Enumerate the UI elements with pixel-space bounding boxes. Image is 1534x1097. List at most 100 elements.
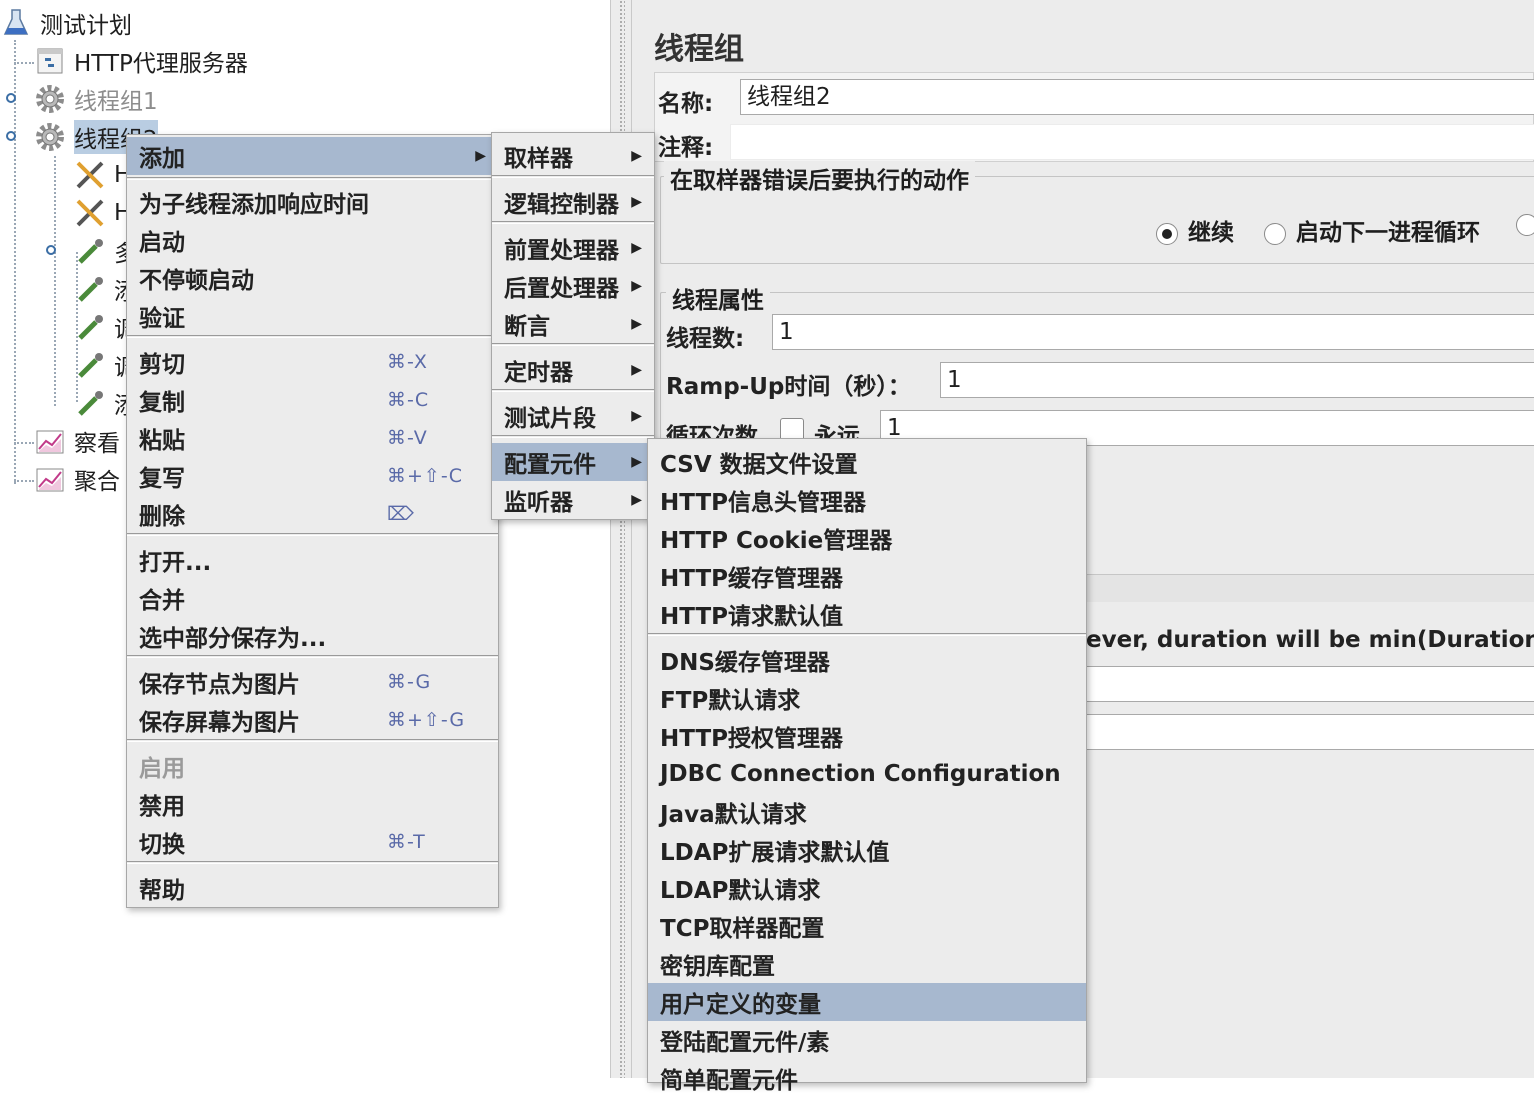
menu-item-validate[interactable]: 验证 [127, 297, 498, 335]
collapse-toggle-icon[interactable] [46, 245, 56, 255]
page-title: 线程组 [654, 32, 744, 67]
menu-item-duplicate[interactable]: 复写 ⌘+⇧-C [127, 457, 498, 495]
startup-delay-field[interactable] [1080, 714, 1534, 750]
submenu-arrow-icon: ▶ [631, 278, 642, 294]
scheduler-note: ever, duration will be min(Duration, l [1086, 627, 1534, 653]
submenu-arrow-icon: ▶ [631, 454, 642, 470]
menu-item-enable: 启用 [139, 756, 185, 782]
tree-item-label: 察看 [74, 431, 120, 457]
tree-connector [14, 40, 16, 484]
thread-properties-title: 线程属性 [666, 281, 770, 315]
threads-field[interactable]: 1 [772, 314, 1534, 350]
submenu-arrow-icon: ▶ [475, 148, 486, 164]
menu-item-jdbc-connection[interactable]: JDBC Connection Configuration [648, 755, 1086, 793]
menu-item-config-element[interactable]: 配置元件 ▶ [492, 443, 654, 481]
tools-icon [74, 159, 106, 191]
menu-item-delete[interactable]: 删除 ⌦ [127, 495, 498, 533]
menu-item-http-header-manager[interactable]: HTTP信息头管理器 [648, 481, 1086, 519]
radio-label: 启动下一进程循环 [1296, 220, 1480, 246]
menu-item-save-selection-as[interactable]: 选中部分保存为... [127, 617, 498, 655]
tree-item-label: 线程组1 [74, 89, 158, 115]
radio-continue[interactable]: 继续 [1156, 213, 1234, 247]
menu-item-listener[interactable]: 监听器 ▶ [492, 481, 654, 519]
menu-item-save-node-image[interactable]: 保存节点为图片 ⌘-G [127, 663, 498, 701]
menu-item-http-cache-manager[interactable]: HTTP缓存管理器 [648, 557, 1086, 595]
menu-item-test-fragment[interactable]: 测试片段 ▶ [492, 397, 654, 435]
menu-item-toggle[interactable]: 切换 ⌘-T [127, 823, 498, 861]
pipette-icon [74, 273, 106, 305]
menu-item-http-request-defaults[interactable]: HTTP请求默认值 [648, 595, 1086, 633]
tree-item-listener[interactable]: 聚合 [34, 461, 120, 497]
tree-connector [14, 480, 34, 482]
submenu-arrow-icon: ▶ [631, 362, 642, 378]
flask-icon [0, 7, 32, 39]
menu-item-ldap-defaults[interactable]: LDAP默认请求 [648, 869, 1086, 907]
tools-icon [74, 197, 106, 229]
menu-item-login-config[interactable]: 登陆配置元件/素 [648, 1021, 1086, 1059]
tree-item-http-sampler[interactable]: H [74, 157, 131, 193]
menu-item-pre-processor[interactable]: 前置处理器 ▶ [492, 229, 654, 267]
menu-item-disable[interactable]: 禁用 [127, 785, 498, 823]
menu-item-help[interactable]: 帮助 [127, 869, 498, 907]
menu-item-java-defaults[interactable]: Java默认请求 [648, 793, 1086, 831]
menu-item-open[interactable]: 打开... [127, 541, 498, 579]
menu-item-http-cookie-manager[interactable]: HTTP Cookie管理器 [648, 519, 1086, 557]
name-label: 名称: [658, 91, 714, 117]
threads-label: 线程数: [666, 326, 745, 352]
tree-item-test-plan[interactable]: 测试计划 [0, 5, 132, 41]
tree-item-http-proxy[interactable]: HTTP代理服务器 [34, 43, 248, 79]
menu-item-save-screen-image[interactable]: 保存屏幕为图片 ⌘+⇧-G [127, 701, 498, 739]
submenu-arrow-icon: ▶ [631, 148, 642, 164]
menu-item-assertion[interactable]: 断言 ▶ [492, 305, 654, 343]
menu-item-csv-data-set[interactable]: CSV 数据文件设置 [648, 443, 1086, 481]
submenu-arrow-icon: ▶ [631, 492, 642, 508]
menu-item-add[interactable]: 添加 ▶ [127, 137, 498, 175]
menu-item-simple-config[interactable]: 简单配置元件 [648, 1059, 1086, 1097]
menu-item-post-processor[interactable]: 后置处理器 ▶ [492, 267, 654, 305]
radio-unselected-icon[interactable] [1516, 214, 1534, 236]
graph-icon [34, 425, 66, 457]
tree-item-label: 测试计划 [40, 13, 132, 39]
duration-field[interactable] [1080, 666, 1534, 702]
config-element-submenu: CSV 数据文件设置 HTTP信息头管理器 HTTP Cookie管理器 HTT… [647, 438, 1087, 1094]
tree-item-listener[interactable]: 察看 [34, 423, 120, 459]
menu-item-logic-controller[interactable]: 逻辑控制器 ▶ [492, 183, 654, 221]
sampler-error-group-title: 在取样器错误后要执行的动作 [664, 161, 975, 195]
menu-item-timer[interactable]: 定时器 ▶ [492, 351, 654, 389]
menu-item-user-defined-variables[interactable]: 用户定义的变量 [648, 983, 1086, 1021]
menu-item-start[interactable]: 启动 [127, 221, 498, 259]
submenu-arrow-icon: ▶ [631, 240, 642, 256]
pipette-icon [74, 387, 106, 419]
radio-selected-icon [1156, 222, 1178, 245]
pipette-icon [74, 311, 106, 343]
menu-item-copy[interactable]: 复制 ⌘-C [127, 381, 498, 419]
menu-item-keystore-config[interactable]: 密钥库配置 [648, 945, 1086, 983]
menu-item-merge[interactable]: 合并 [127, 579, 498, 617]
tree-item-thread-group-1[interactable]: 线程组1 [34, 81, 158, 117]
comment-field[interactable] [730, 124, 1534, 160]
rampup-label: Ramp-Up时间（秒）： [666, 374, 911, 400]
tree-item-label: HTTP代理服务器 [74, 51, 248, 77]
menu-item-cut[interactable]: 剪切 ⌘-X [127, 343, 498, 381]
menu-item-dns-cache-manager[interactable]: DNS缓存管理器 [648, 641, 1086, 679]
name-field[interactable]: 线程组2 [740, 79, 1534, 115]
menu-item-ldap-ext-defaults[interactable]: LDAP扩展请求默认值 [648, 831, 1086, 869]
menu-item-sampler[interactable]: 取样器 ▶ [492, 137, 654, 175]
menu-item-paste[interactable]: 粘贴 ⌘-V [127, 419, 498, 457]
radio-start-next-loop[interactable]: 启动下一进程循环 [1264, 213, 1480, 247]
tree-item-http-sampler[interactable]: H [74, 195, 131, 231]
menu-item-http-auth-manager[interactable]: HTTP授权管理器 [648, 717, 1086, 755]
menu-item-add-response-time[interactable]: 为子线程添加响应时间 [127, 183, 498, 221]
tree-connector [14, 442, 34, 444]
collapse-toggle-icon[interactable] [6, 131, 16, 141]
proxy-server-icon [34, 45, 66, 77]
submenu-arrow-icon: ▶ [631, 316, 642, 332]
pipette-icon [74, 349, 106, 381]
menu-item-tcp-sampler-config[interactable]: TCP取样器配置 [648, 907, 1086, 945]
graph-icon [34, 463, 66, 495]
menu-item-ftp-defaults[interactable]: FTP默认请求 [648, 679, 1086, 717]
expand-toggle-icon[interactable] [6, 93, 16, 103]
gear-icon [34, 83, 66, 115]
rampup-field[interactable]: 1 [940, 362, 1534, 398]
menu-item-start-no-pause[interactable]: 不停顿启动 [127, 259, 498, 297]
